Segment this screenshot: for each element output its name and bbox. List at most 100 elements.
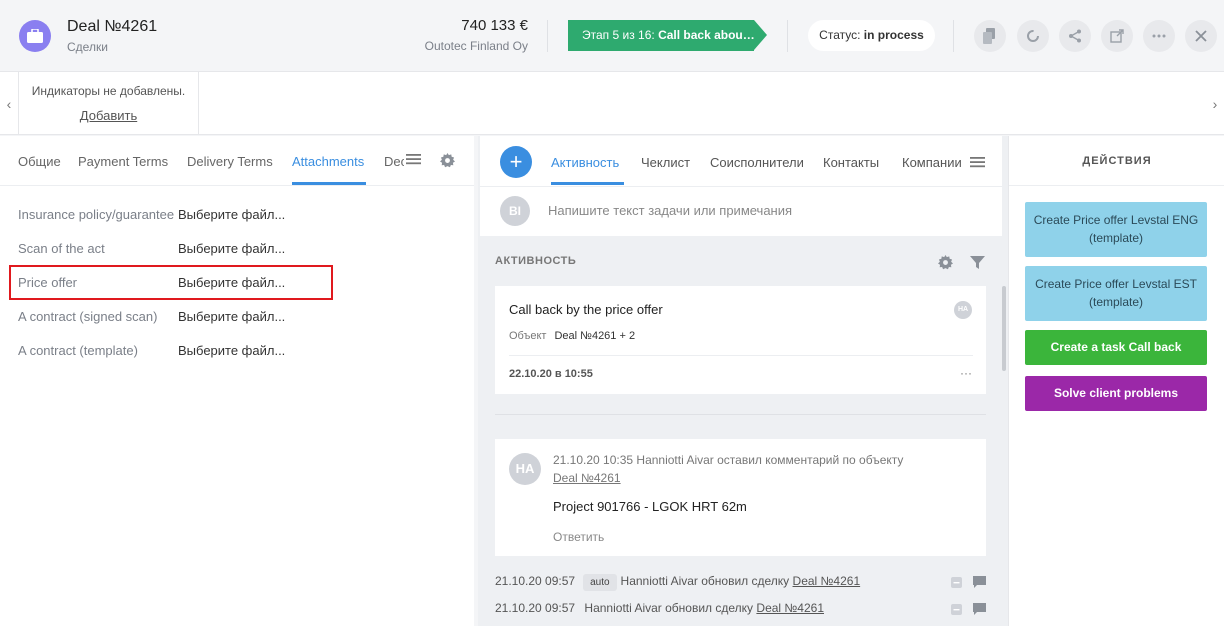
file-picker[interactable]: Выберите файл... <box>178 309 285 324</box>
gear-icon[interactable] <box>440 153 455 171</box>
refresh-button[interactable] <box>1017 20 1049 52</box>
file-picker[interactable]: Выберите файл... <box>178 241 285 256</box>
tab-payment-terms[interactable]: Payment Terms <box>78 154 168 169</box>
status-value: in process <box>863 28 924 42</box>
collapse-icon[interactable] <box>951 604 963 615</box>
deal-title: Deal №4261 <box>67 18 158 35</box>
tab-activity[interactable]: Активность <box>551 155 619 170</box>
menu-icon[interactable] <box>970 156 985 171</box>
add-indicator-link[interactable]: Добавить <box>80 108 137 123</box>
chevron-right-icon[interactable]: › <box>1206 72 1224 135</box>
deal-link[interactable]: Deal №4261 <box>553 471 621 485</box>
header-divider <box>953 20 954 52</box>
tab-contacts[interactable]: Контакты <box>823 155 879 170</box>
tab-delivery-terms[interactable]: Delivery Terms <box>187 154 273 169</box>
header-divider <box>547 20 548 52</box>
create-price-offer-est-button[interactable]: Create Price offer Levstal EST (template… <box>1025 266 1207 321</box>
fields-panel: Общие Payment Terms Delivery Terms Attac… <box>0 136 474 626</box>
stage-name: Call back abou… <box>658 28 754 42</box>
highlight-box <box>9 265 333 300</box>
stage-prefix: Этап 5 из 16: <box>582 28 659 42</box>
copy-icon <box>983 28 995 44</box>
deal-company[interactable]: Outotec Finland Oy <box>425 39 528 53</box>
comment-icon[interactable] <box>973 603 986 615</box>
divider <box>509 355 973 356</box>
refresh-icon <box>1027 30 1039 42</box>
collapse-icon[interactable] <box>951 577 963 588</box>
activity-header: АКТИВНОСТЬ <box>495 255 577 267</box>
add-activity-button[interactable]: + <box>500 146 532 178</box>
avatar: BI <box>500 196 530 226</box>
task-card[interactable]: Call back by the price offer HA Объект De… <box>495 286 986 394</box>
task-title[interactable]: Call back by the price offer <box>509 302 663 317</box>
avatar: HA <box>509 453 541 485</box>
note-input[interactable]: Напишите текст задачи или примечания <box>548 203 792 218</box>
attachment-label: A contract (signed scan) <box>18 309 158 324</box>
tab-truncated[interactable]: Dec <box>384 154 404 169</box>
activity-top: + Активность Чеклист Соисполнители Конта… <box>480 136 1002 236</box>
attachment-label: Insurance policy/guarantee <box>18 207 175 222</box>
create-price-offer-eng-button[interactable]: Create Price offer Levstal ENG (template… <box>1025 202 1207 257</box>
header-divider <box>787 20 788 52</box>
open-external-button[interactable] <box>1101 20 1133 52</box>
status-pill[interactable]: Статус: in process <box>808 20 935 51</box>
log-text: Hanniotti Aivar обновил сделку <box>620 574 790 588</box>
chevron-left-icon[interactable]: ‹ <box>0 72 18 135</box>
solve-client-problems-button[interactable]: Solve client problems <box>1025 376 1207 411</box>
external-link-icon <box>1110 29 1124 43</box>
close-icon <box>1195 30 1207 42</box>
log-time: 21.10.20 09:57 <box>495 574 576 588</box>
avatar: HA <box>954 301 972 319</box>
attachment-label: Scan of the act <box>18 241 105 256</box>
share-icon <box>1069 29 1081 43</box>
comment-text: Project 901766 - LGOK HRT 62m <box>553 499 747 514</box>
more-dots-icon[interactable]: ··· <box>960 366 972 380</box>
task-date: 22.10.20 в 10:55 <box>509 368 593 380</box>
filter-icon[interactable] <box>970 255 985 273</box>
menu-icon[interactable] <box>406 153 421 168</box>
deal-link[interactable]: Deal №4261 <box>756 601 824 615</box>
active-tab-underline <box>292 182 366 185</box>
log-time: 21.10.20 09:57 <box>495 601 576 615</box>
more-button[interactable] <box>1143 20 1175 52</box>
comment-card: HA 21.10.20 10:35 Hanniotti Aivar остави… <box>495 439 986 556</box>
object-value[interactable]: Deal №4261 + 2 <box>554 330 635 342</box>
log-text: Hanniotti Aivar обновил сделку <box>584 601 754 615</box>
tab-general[interactable]: Общие <box>18 154 61 169</box>
log-row: 21.10.20 09:57 auto Hanniotti Aivar обнови… <box>495 574 860 591</box>
briefcase-icon <box>19 20 51 52</box>
create-task-call-back-button[interactable]: Create a task Call back <box>1025 330 1207 365</box>
actions-panel: ДЕЙСТВИЯ Create Price offer Levstal ENG … <box>1008 136 1224 626</box>
auto-badge: auto <box>583 574 617 591</box>
log-actions <box>951 603 986 618</box>
deal-link[interactable]: Deal №4261 <box>793 574 861 588</box>
share-button[interactable] <box>1059 20 1091 52</box>
indicators-strip: ‹ Индикаторы не добавлены. Добавить › <box>0 72 1224 135</box>
comment-icon[interactable] <box>973 576 986 588</box>
tab-companies[interactable]: Компании <box>902 155 962 170</box>
active-tab-underline <box>551 182 624 185</box>
tab-attachments[interactable]: Attachments <box>292 154 364 169</box>
gear-icon[interactable] <box>938 255 953 273</box>
deal-header: Deal №4261 Сделки 740 133 € Outotec Finl… <box>0 0 1224 72</box>
indicators-empty-text: Индикаторы не добавлены. <box>31 84 186 98</box>
stage-indicator[interactable]: Этап 5 из 16: Call back abou… <box>568 20 754 51</box>
file-picker[interactable]: Выберите файл... <box>178 207 285 222</box>
reply-link[interactable]: Ответить <box>553 530 604 544</box>
file-picker[interactable]: Выберите файл... <box>178 343 285 358</box>
tab-coexecutors[interactable]: Соисполнители <box>710 155 804 170</box>
log-row: 21.10.20 09:57 Hanniotti Aivar обновил с… <box>495 601 824 615</box>
indicators-empty-box: Индикаторы не добавлены. Добавить <box>18 72 199 135</box>
stage-arrow <box>754 20 767 50</box>
copy-button[interactable] <box>974 20 1006 52</box>
divider <box>495 414 986 415</box>
fields-tabs: Общие Payment Terms Delivery Terms Attac… <box>0 136 474 186</box>
status-prefix: Статус: <box>819 28 864 42</box>
tab-checklist[interactable]: Чеклист <box>641 155 690 170</box>
close-button[interactable] <box>1185 20 1217 52</box>
deal-entity-type: Сделки <box>67 40 108 54</box>
scrollbar[interactable] <box>1002 286 1006 371</box>
attachment-label: A contract (template) <box>18 343 138 358</box>
object-label: Объект <box>509 330 547 342</box>
divider <box>480 186 1002 187</box>
